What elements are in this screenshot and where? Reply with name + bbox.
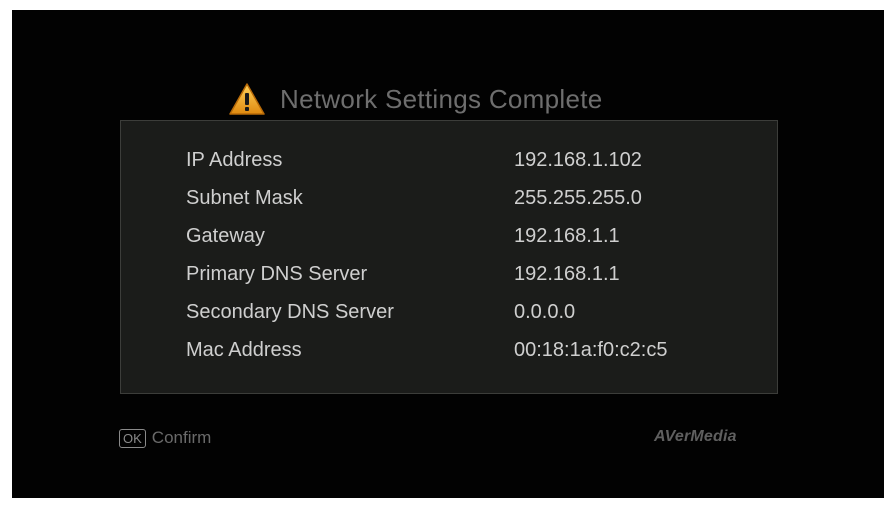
info-label: Mac Address (186, 339, 302, 361)
info-row-gateway: Gateway 192.168.1.1 (186, 225, 746, 255)
info-value: 192.168.1.102 (514, 149, 642, 171)
info-label: Subnet Mask (186, 187, 303, 209)
info-value: 192.168.1.1 (514, 263, 620, 285)
info-value: 0.0.0.0 (514, 301, 576, 323)
dialog-header: Network Settings Complete (228, 78, 603, 120)
info-row-ip-address: IP Address 192.168.1.102 (186, 149, 746, 179)
info-label: IP Address (186, 149, 283, 171)
warning-triangle-icon (229, 83, 265, 115)
tv-screen: Network Settings Complete IP Address 192… (12, 10, 884, 498)
network-info-panel: IP Address 192.168.1.102 Subnet Mask 255… (120, 120, 778, 394)
confirm-label: Confirm (151, 428, 212, 447)
info-label: Secondary DNS Server (186, 301, 394, 323)
info-value: 255.255.255.0 (514, 187, 642, 209)
info-label: Primary DNS Server (186, 263, 368, 285)
info-row-secondary-dns: Secondary DNS Server 0.0.0.0 (186, 301, 746, 331)
info-row-subnet-mask: Subnet Mask 255.255.255.0 (186, 187, 746, 217)
brand-logo: AVerMedia (654, 428, 737, 445)
info-value: 192.168.1.1 (514, 225, 620, 247)
info-row-mac-address: Mac Address 00:18:1a:f0:c2:c5 (186, 339, 746, 369)
info-value: 00:18:1a:f0:c2:c5 (514, 339, 668, 361)
ok-key-icon: OK (119, 428, 146, 448)
confirm-button[interactable]: OK Confirm (119, 428, 211, 448)
info-label: Gateway (186, 225, 265, 247)
dialog-title: Network Settings Complete (280, 83, 603, 114)
info-row-primary-dns: Primary DNS Server 192.168.1.1 (186, 263, 746, 293)
